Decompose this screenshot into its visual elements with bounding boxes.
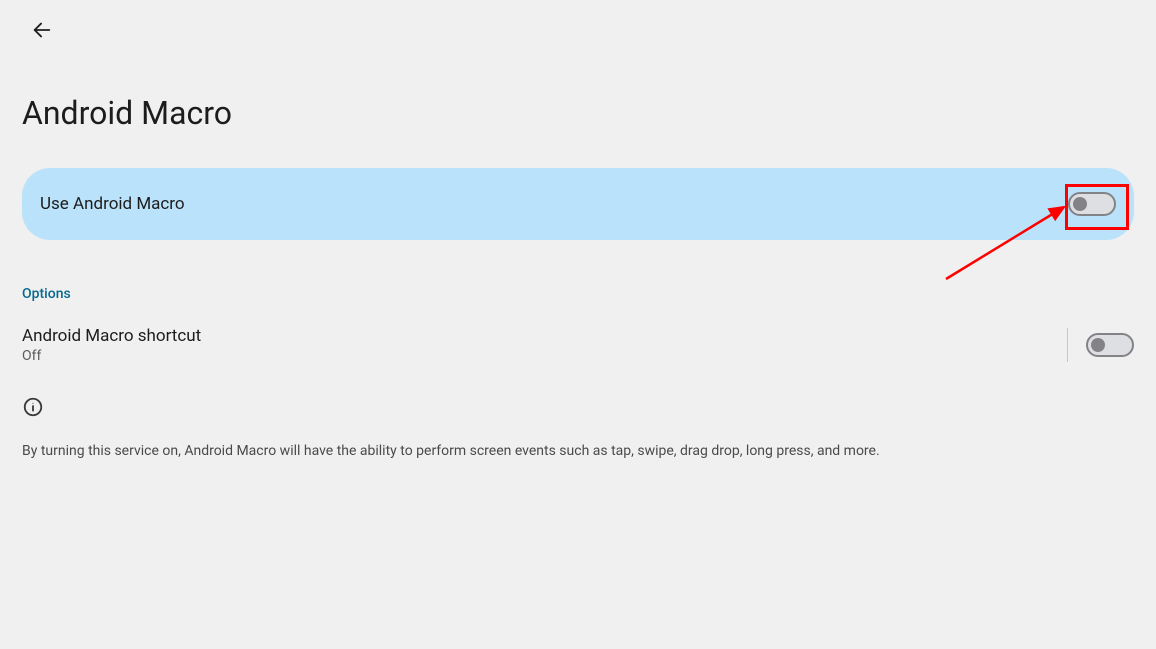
use-service-label: Use Android Macro	[40, 194, 185, 214]
info-icon	[22, 396, 44, 418]
options-section-label: Options	[0, 240, 1156, 302]
shortcut-toggle[interactable]	[1086, 333, 1134, 357]
use-service-toggle[interactable]	[1068, 192, 1116, 216]
shortcut-status: Off	[22, 348, 201, 364]
shortcut-title: Android Macro shortcut	[22, 326, 201, 346]
toggle-knob	[1091, 338, 1105, 352]
shortcut-row[interactable]: Android Macro shortcut Off	[0, 302, 1156, 364]
page-title: Android Macro	[0, 44, 1156, 132]
use-service-row[interactable]: Use Android Macro	[22, 168, 1134, 240]
back-button[interactable]	[28, 16, 56, 44]
arrow-left-icon	[31, 19, 53, 41]
vertical-divider	[1067, 328, 1068, 362]
service-description: By turning this service on, Android Macr…	[0, 422, 1156, 462]
toggle-knob	[1073, 197, 1087, 211]
